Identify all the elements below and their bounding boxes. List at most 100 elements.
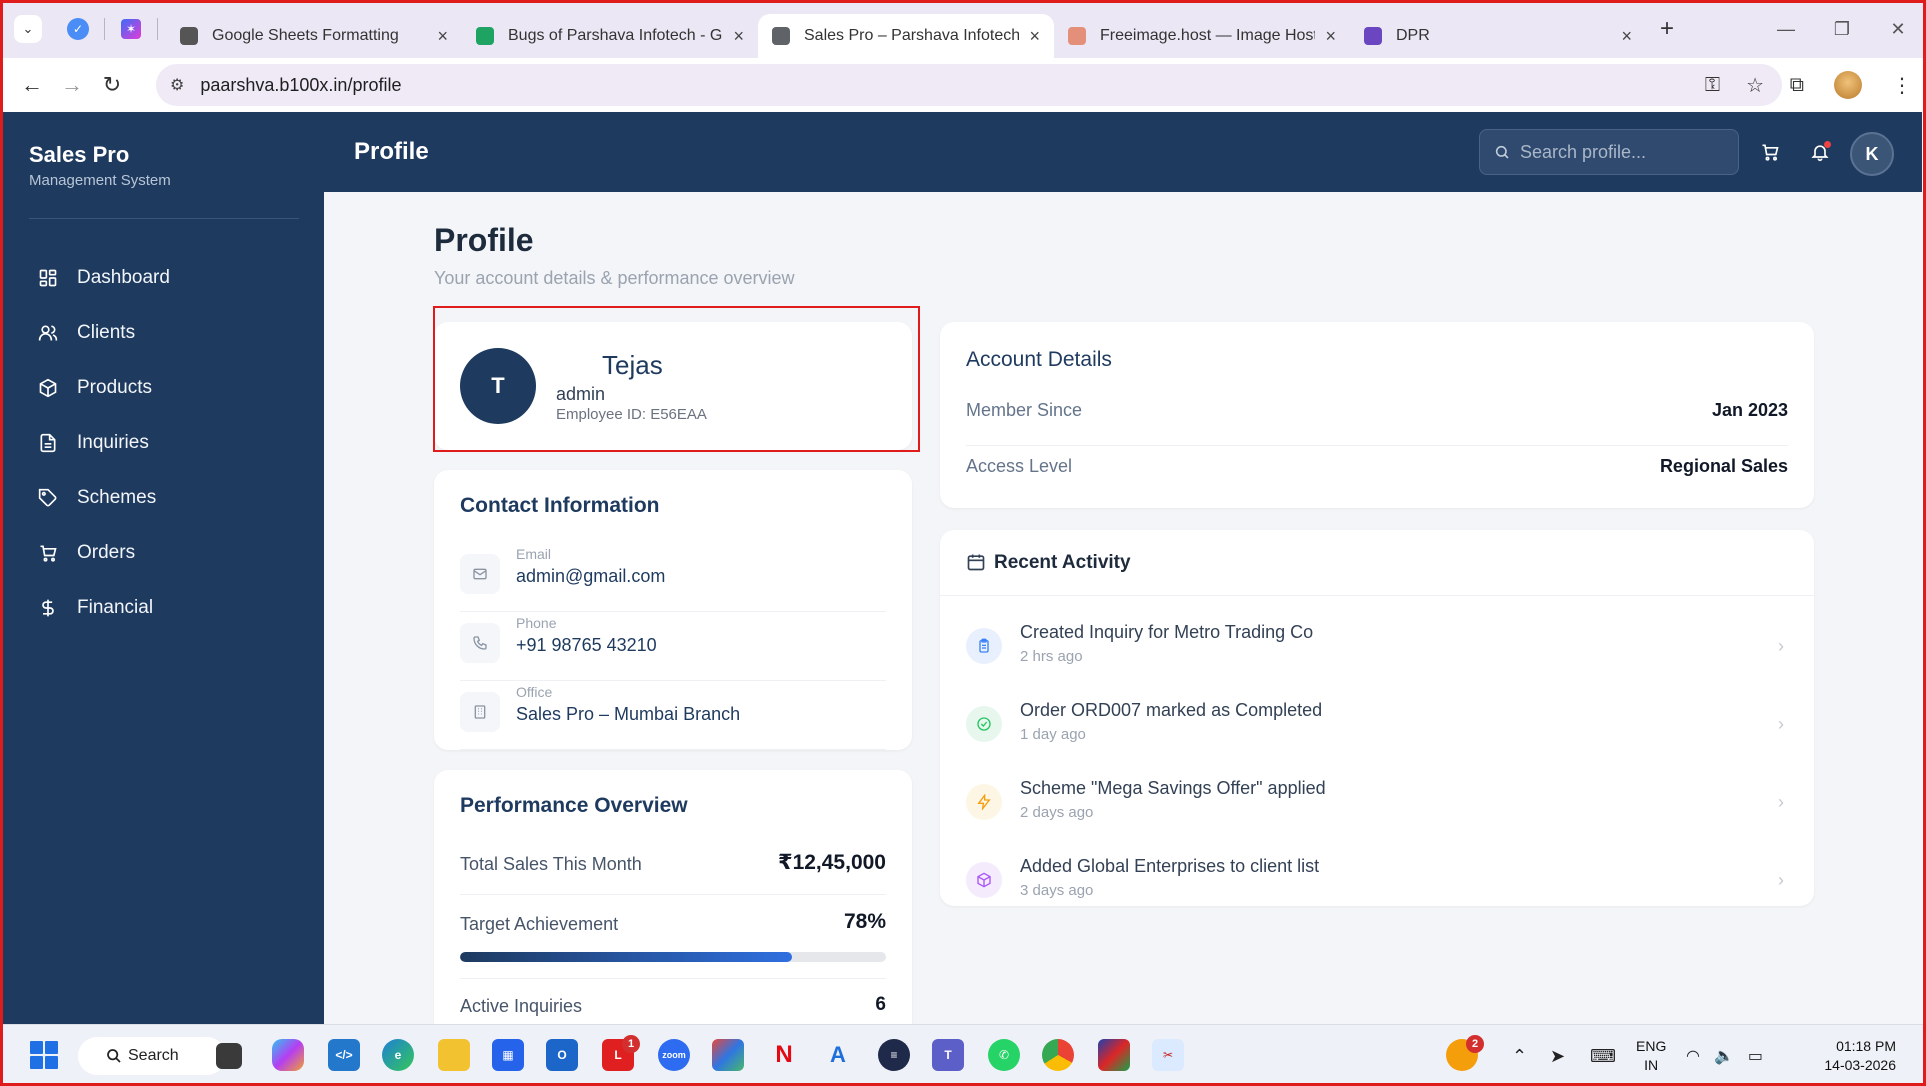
file-explorer-icon[interactable]	[438, 1039, 470, 1071]
forward-icon[interactable]: →	[52, 72, 92, 98]
location-icon[interactable]: ➤	[1550, 1025, 1565, 1086]
tab-close-icon[interactable]: ×	[1621, 26, 1632, 47]
box-icon	[37, 377, 59, 399]
system-tray[interactable]: ◠ 🔈 ▭	[1686, 1025, 1763, 1086]
battery-icon: ▭	[1747, 1048, 1764, 1065]
cart-button[interactable]	[1758, 140, 1782, 164]
browser-tab-1[interactable]: Bugs of Parshava Infotech - Goo ×	[462, 14, 758, 58]
sidebar-item-label: Clients	[77, 321, 136, 343]
activity-item[interactable]: Added Global Enterprises to client list 3…	[940, 842, 1814, 920]
l-app-icon[interactable]: L1	[602, 1035, 640, 1071]
clock[interactable]: 01:18 PM 14-03-2026	[1824, 1037, 1896, 1075]
taskbar-search[interactable]: Search	[78, 1037, 226, 1075]
restore-icon[interactable]: ❐	[1814, 19, 1870, 40]
search-input[interactable]	[1520, 141, 1720, 163]
users-icon	[37, 322, 59, 344]
browser-tab-3[interactable]: Freeimage.host — Image Hosting ×	[1054, 14, 1350, 58]
brand-subtitle: Management System	[29, 172, 171, 189]
browser-tab-2[interactable]: Sales Pro – Parshava Infotech ×	[758, 14, 1054, 58]
pinned-tab-2[interactable]: ✶	[113, 11, 149, 47]
tab-close-icon[interactable]: ×	[437, 26, 448, 47]
divider	[460, 978, 886, 979]
contact-value[interactable]: +91 98765 43210	[516, 635, 657, 656]
app-a-icon[interactable]: A	[822, 1039, 854, 1071]
reload-icon[interactable]: ↻	[92, 72, 132, 98]
close-window-icon[interactable]: ✕	[1870, 19, 1926, 40]
chevron-right-icon: ›	[1778, 714, 1784, 734]
active-inquiries-value: 6	[875, 994, 886, 1015]
teams-icon[interactable]: T	[932, 1039, 964, 1071]
tab-close-icon[interactable]: ×	[1029, 26, 1040, 47]
tab-close-icon[interactable]: ×	[733, 26, 744, 47]
activity-item[interactable]: Created Inquiry for Metro Trading Co 2 hr…	[940, 608, 1814, 686]
sidebar-item-inquiries[interactable]: Inquiries	[37, 415, 170, 470]
whatsapp-icon[interactable]: ✆	[988, 1039, 1020, 1071]
browser-tab-4[interactable]: DPR ×	[1350, 14, 1646, 58]
account-title: Account Details	[966, 348, 1112, 371]
activity-time: 1 day ago	[1020, 726, 1086, 743]
browser-menu-icon[interactable]: ⋮	[1892, 73, 1912, 98]
tab-title: Sales Pro – Parshava Infotech	[804, 27, 1020, 44]
notifications-button[interactable]	[1808, 140, 1832, 164]
clock-date: 14-03-2026	[1824, 1057, 1896, 1073]
vscode-icon[interactable]: </>	[328, 1039, 360, 1071]
sidebar-item-label: Financial	[77, 596, 154, 618]
sidebar-item-financial[interactable]: Financial	[37, 580, 170, 635]
sidebar-divider	[29, 218, 299, 219]
check-circle-icon	[966, 706, 1002, 742]
sidebar-item-clients[interactable]: Clients	[37, 305, 170, 360]
activity-item[interactable]: Scheme "Mega Savings Offer" applied 2 day…	[940, 764, 1814, 842]
windows-start-icon[interactable]	[30, 1041, 58, 1069]
minimize-icon[interactable]: —	[1758, 19, 1814, 40]
header-title: Profile	[354, 138, 429, 165]
chrome-icon[interactable]	[1042, 1039, 1074, 1071]
zoom-icon[interactable]: zoom	[658, 1039, 690, 1071]
m365-icon[interactable]	[712, 1039, 744, 1071]
performance-card: Performance Overview Total Sales This Mo…	[434, 770, 912, 1024]
address-bar[interactable]: ⚙ paarshva.b100x.in/profile ⚿ ☆	[156, 64, 1782, 106]
target-row: Target Achievement 78%	[460, 910, 886, 940]
snipping-tool-icon[interactable]: ✂	[1152, 1039, 1184, 1071]
profile-search[interactable]	[1479, 129, 1739, 175]
back-icon[interactable]: ←	[12, 72, 52, 98]
profile-name: Tejas	[602, 350, 663, 380]
new-tab-button[interactable]: +	[1660, 15, 1674, 43]
activity-item[interactable]: Order ORD007 marked as Completed 1 day ag…	[940, 686, 1814, 764]
outlook-icon[interactable]: O	[546, 1039, 578, 1071]
sidebar-item-products[interactable]: Products	[37, 360, 170, 415]
tag-icon	[37, 487, 59, 509]
password-key-icon[interactable]: ⚿	[1705, 74, 1720, 97]
employee-id: Employee ID: E56EAA	[556, 406, 707, 423]
eclipse-icon[interactable]: ≡	[878, 1039, 910, 1071]
extensions-icon[interactable]: ⧉	[1790, 74, 1804, 97]
tray-chevron-icon[interactable]: ⌃	[1512, 1025, 1527, 1086]
account-details-card: Account Details Member Since Jan 2023 Ac…	[940, 322, 1814, 508]
tray-app-icon[interactable]: 2	[1446, 1035, 1484, 1071]
bookmark-star-icon[interactable]: ☆	[1746, 73, 1764, 98]
language-bottom: IN	[1644, 1057, 1659, 1073]
user-avatar[interactable]: K	[1850, 132, 1894, 176]
sidebar-item-schemes[interactable]: Schemes	[37, 470, 170, 525]
pinned-tab-1[interactable]: ✓	[60, 11, 96, 47]
site-info-icon[interactable]: ⚙	[170, 75, 184, 95]
netflix-icon[interactable]: N	[768, 1039, 800, 1071]
app-tools-icon[interactable]	[1098, 1039, 1130, 1071]
browser-profile-avatar[interactable]	[1834, 71, 1862, 99]
edge-icon[interactable]: e	[382, 1039, 414, 1071]
keyboard-icon[interactable]: ⌨	[1590, 1025, 1616, 1086]
app-header: Profile K	[324, 112, 1922, 192]
sidebar-item-label: Orders	[77, 541, 136, 563]
store-icon[interactable]: ▦	[492, 1039, 524, 1071]
sidebar-item-orders[interactable]: Orders	[37, 525, 170, 580]
contact-value[interactable]: Sales Pro – Mumbai Branch	[516, 704, 740, 725]
task-view-icon[interactable]	[216, 1043, 242, 1069]
tab-search-button[interactable]: ⌄	[14, 15, 42, 43]
language-indicator[interactable]: ENG IN	[1636, 1037, 1666, 1075]
tab-close-icon[interactable]: ×	[1325, 26, 1336, 47]
contact-value[interactable]: admin@gmail.com	[516, 566, 665, 587]
browser-tab-0[interactable]: Google Sheets Formatting ×	[166, 14, 462, 58]
total-sales-label: Total Sales This Month	[460, 854, 642, 874]
copilot-icon[interactable]	[272, 1039, 304, 1071]
target-value: 78%	[843, 910, 886, 933]
sidebar-item-dashboard[interactable]: Dashboard	[37, 250, 170, 305]
